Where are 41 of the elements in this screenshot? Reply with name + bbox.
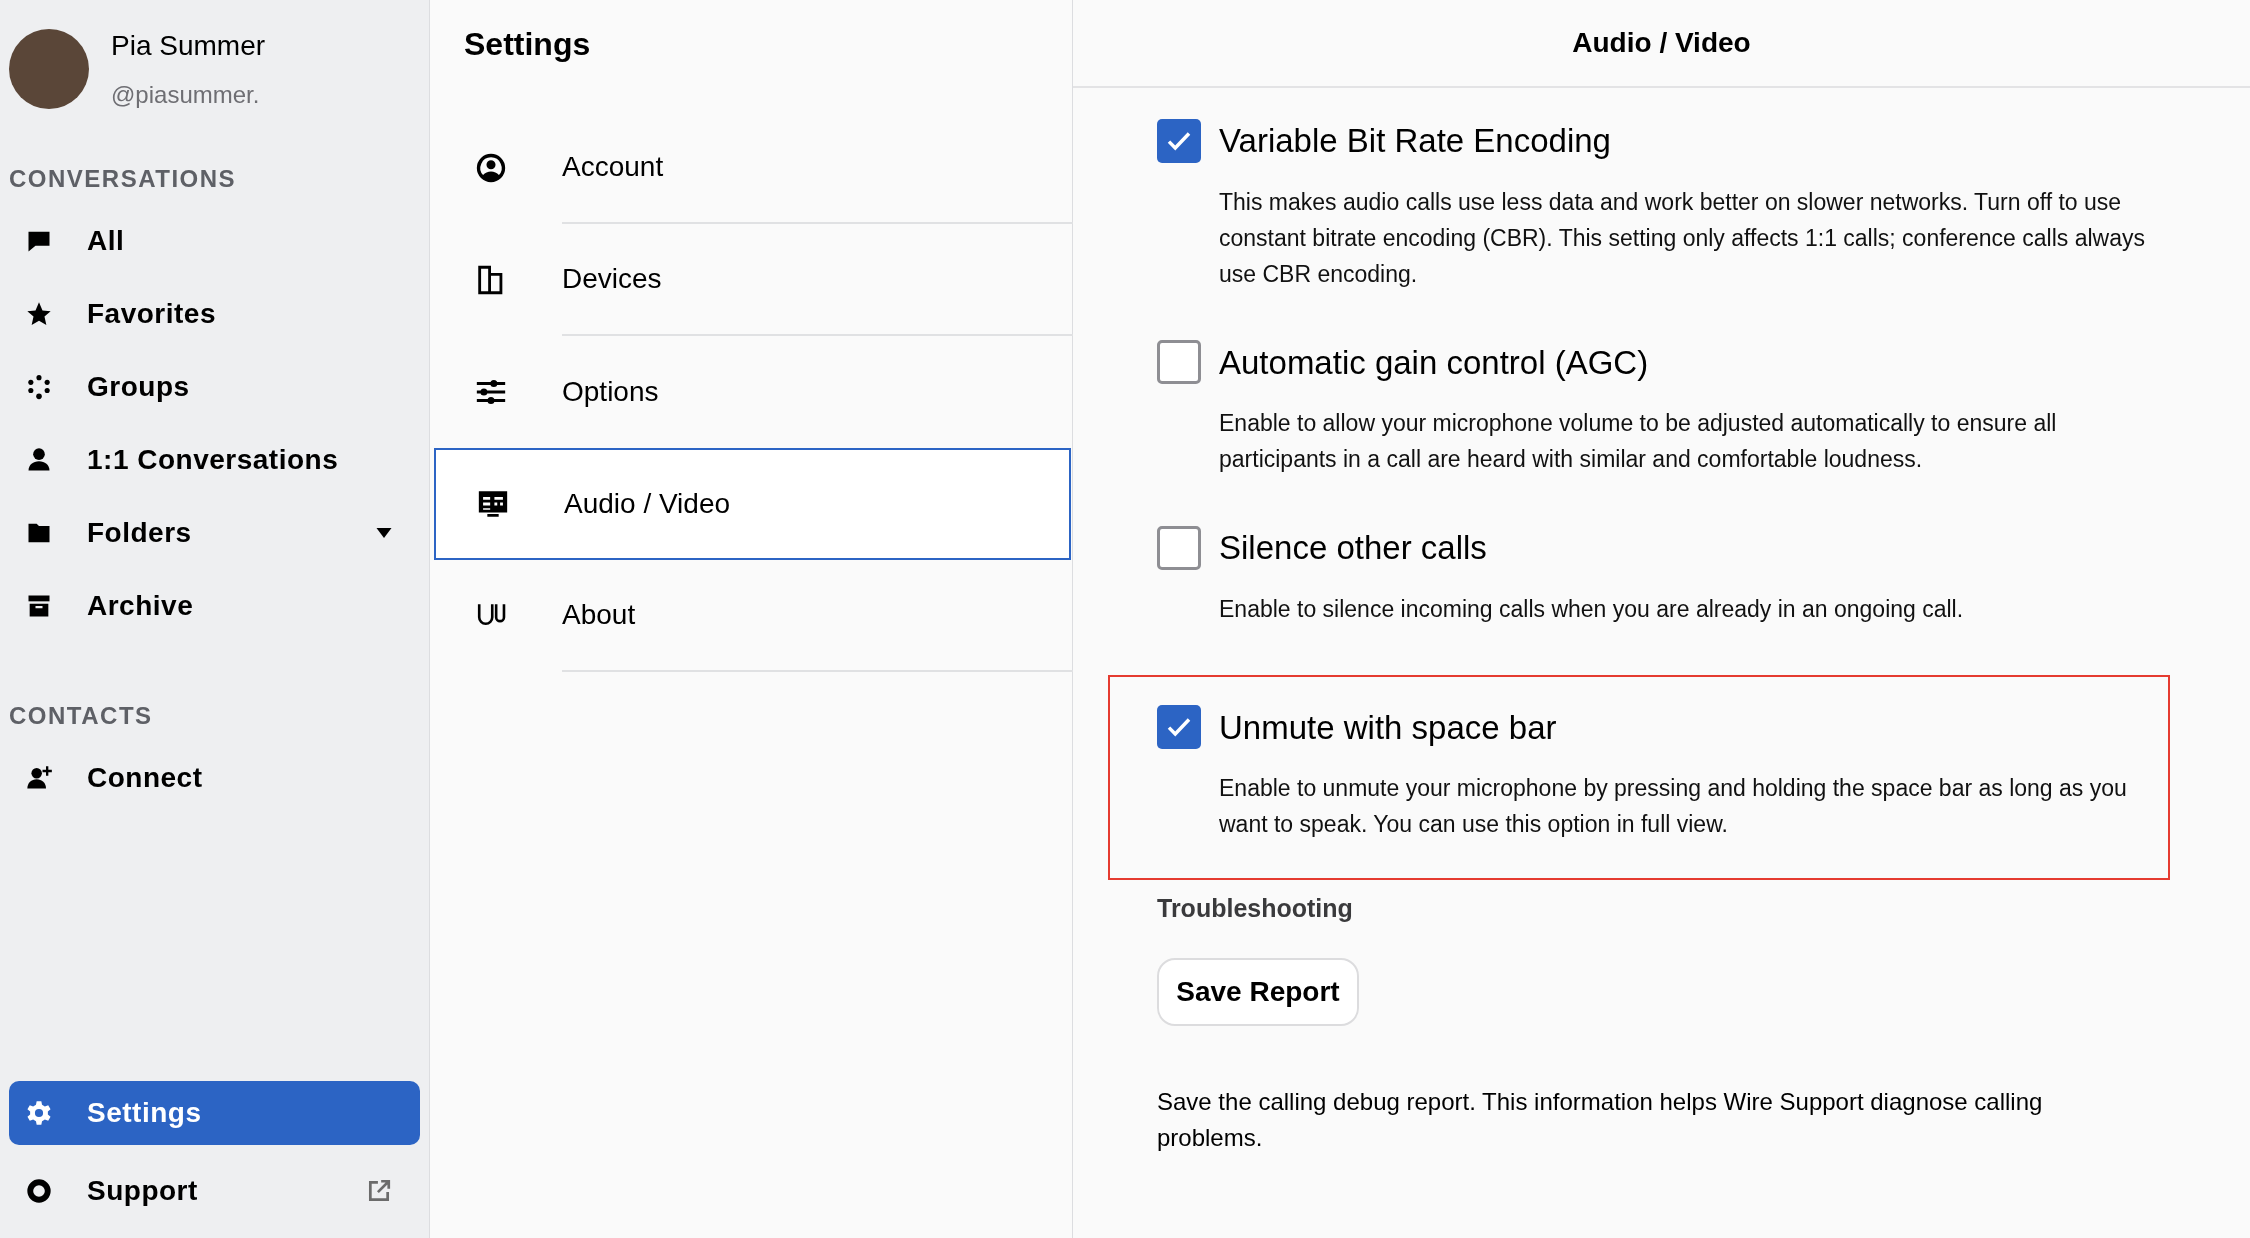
sidebar-item[interactable]: 1:1 Conversations — [9, 428, 420, 492]
user-handle: @piasummer. — [111, 80, 261, 110]
sidebar-item[interactable]: Support — [9, 1159, 420, 1223]
settings-menu-item[interactable]: Audio / Video — [434, 448, 1071, 560]
user-name: Pia Summer — [111, 29, 266, 63]
sidebar-item[interactable]: Archive — [9, 574, 420, 638]
troubleshooting-note: Save the calling debug report. This information helps Wire Support diagnose calling problems. — [1157, 1086, 2044, 1153]
panel-title: Audio / Video — [1572, 26, 1751, 60]
option-title: Variable Bit Rate Encoding — [1219, 121, 1611, 161]
add-person-icon — [25, 764, 53, 792]
option-title: Automatic gain control (AGC) — [1219, 342, 1649, 383]
sidebar-item[interactable]: Settings — [9, 1081, 420, 1145]
sidebar-item[interactable]: Folders — [9, 501, 420, 565]
checkbox[interactable] — [1157, 525, 1201, 570]
sidebar-item[interactable]: Favorites — [9, 282, 420, 346]
dots-circle-icon — [25, 373, 53, 401]
save-report-button[interactable]: Save Report — [1157, 957, 1359, 1026]
menu-title: Settings — [464, 25, 592, 64]
option-description: This makes audio calls use less data and work better on slower networks. Turn off to use constant bitrate encoding (CBR). This setting only affects 1:1 calls; conference calls always use CBR encoding. — [1219, 187, 2146, 289]
settings-menu-item[interactable]: Account — [434, 112, 1073, 224]
option-description: Enable to unmute your microphone by pressing and holding the space bar as long as you want to speak. You can use this option in full view. — [1219, 774, 2128, 839]
star-icon — [25, 300, 53, 328]
sidebar-item[interactable]: Connect — [9, 746, 420, 810]
option-title: Unmute with space bar — [1219, 707, 1557, 748]
settings-menu-item[interactable]: Options — [434, 336, 1073, 448]
checkbox[interactable] — [1157, 118, 1201, 163]
settings-menu-item[interactable]: Devices — [434, 224, 1073, 336]
section-heading: Troubleshooting — [1157, 893, 1354, 924]
settings-icon — [25, 1099, 53, 1127]
checkbox[interactable] — [1157, 340, 1201, 385]
option-description: Enable to silence incoming calls when you are already in an ongoing call. — [1219, 594, 1965, 624]
option-title: Silence other calls — [1219, 528, 1487, 568]
checkbox[interactable] — [1157, 705, 1201, 750]
section-heading: CONVERSATIONS — [9, 164, 238, 194]
caret-icon — [376, 528, 392, 538]
sidebar-item[interactable]: Groups — [9, 355, 420, 419]
external-link-icon — [366, 1178, 392, 1204]
section-heading: CONTACTS — [9, 701, 154, 731]
settings-menu-item[interactable]: About — [434, 560, 1073, 672]
sidebar-item[interactable]: All — [9, 209, 420, 273]
option-description: Enable to allow your microphone volume to be adjusted automatically to ensure all participants in a call are heard with similar and comfortable loudness. — [1219, 409, 2058, 474]
